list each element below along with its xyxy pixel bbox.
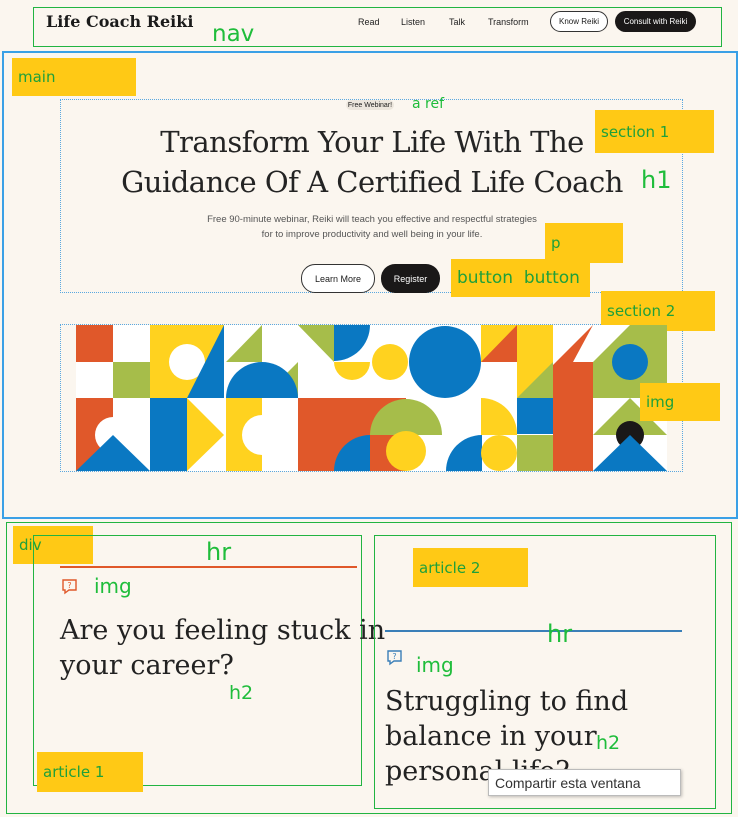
hero-title-line-1: Transform Your Life With The xyxy=(160,125,584,159)
article-1-title-line-1: Are you feeling stuck in xyxy=(60,615,386,646)
consult-button[interactable]: Consult with Reiki xyxy=(615,11,696,32)
annotation-hr-2: hr xyxy=(547,620,573,648)
hero-subtitle-line-1: Free 90-minute webinar, Reiki will teach… xyxy=(207,214,537,225)
annotation-article-1: article 1 xyxy=(37,752,143,792)
nav-link-transform[interactable]: Transform xyxy=(488,17,529,27)
annotation-img-hero: img xyxy=(640,383,720,421)
annotation-img-2: img xyxy=(416,653,454,677)
annotation-main: main xyxy=(12,58,136,96)
register-button[interactable]: Register xyxy=(381,264,440,293)
annotation-h2-2: h2 xyxy=(596,732,621,754)
article-1-rule xyxy=(60,566,357,568)
question-bubble-icon: ? xyxy=(62,579,77,595)
learn-more-button[interactable]: Learn More xyxy=(301,264,375,293)
annotation-a-ref: a ref xyxy=(412,96,445,112)
nav-link-listen[interactable]: Listen xyxy=(401,17,425,27)
annotation-p: p xyxy=(545,223,623,263)
article-2-title-line-2: balance in your xyxy=(385,721,597,752)
article-1-title-line-2: your career? xyxy=(60,650,234,681)
site-logo[interactable]: Life Coach Reiki xyxy=(46,12,193,31)
geometric-pattern-image xyxy=(76,325,667,471)
annotation-hr-1: hr xyxy=(206,538,232,566)
article-2-title-line-1: Struggling to find xyxy=(385,686,629,717)
annotation-nav: nav xyxy=(212,21,255,47)
hero-subtitle-line-2: for to improve productivity and well bei… xyxy=(261,229,483,240)
question-bubble-icon: ? xyxy=(387,650,402,666)
annotation-buttons: button button xyxy=(451,259,590,297)
svg-text:?: ? xyxy=(67,581,71,590)
hero-title-line-2: Guidance Of A Certified Life Coach xyxy=(121,165,623,199)
nav-link-talk[interactable]: Talk xyxy=(449,17,465,27)
share-window-tooltip: Compartir esta ventana xyxy=(488,769,681,796)
annotation-img-1: img xyxy=(94,574,132,598)
nav-link-read[interactable]: Read xyxy=(358,17,380,27)
annotation-h2-1: h2 xyxy=(229,682,254,704)
article-2-rule xyxy=(385,630,682,632)
annotation-h1: h1 xyxy=(641,166,672,194)
know-reiki-button[interactable]: Know Reiki xyxy=(550,11,608,32)
svg-text:?: ? xyxy=(392,652,396,661)
free-webinar-badge[interactable]: Free Webinar! xyxy=(346,100,394,110)
annotation-article-2: article 2 xyxy=(413,548,528,587)
